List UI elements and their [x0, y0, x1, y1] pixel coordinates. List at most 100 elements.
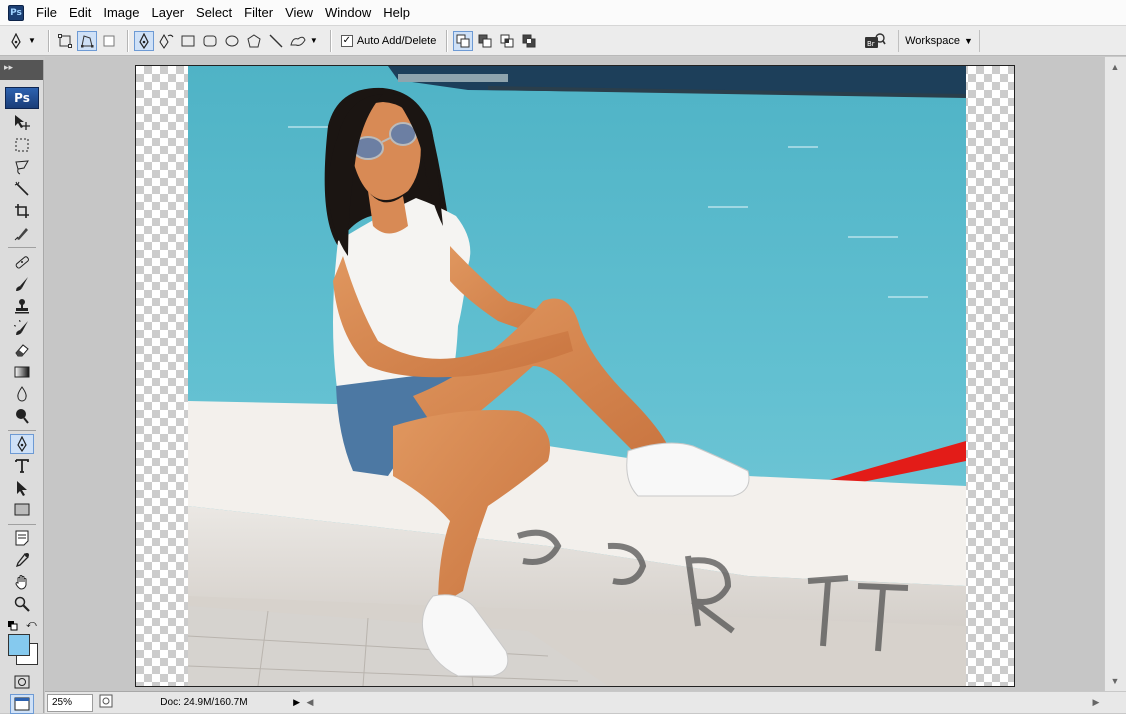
workspace-label: Workspace: [905, 35, 960, 47]
crop-tool[interactable]: [10, 201, 34, 221]
slice-tool[interactable]: [10, 223, 34, 243]
default-colors-icon[interactable]: [8, 620, 18, 631]
vertical-scrollbar[interactable]: ▲ ▼: [1104, 57, 1126, 691]
brush-tool[interactable]: [10, 274, 34, 294]
type-tool[interactable]: [10, 456, 34, 476]
move-tool[interactable]: [10, 112, 34, 132]
lasso-tool[interactable]: [10, 157, 34, 177]
note-icon: [15, 530, 29, 546]
quick-mask-icon: [14, 675, 30, 689]
menu-edit[interactable]: Edit: [63, 0, 97, 26]
gradient-tool[interactable]: [10, 362, 34, 382]
document-size-info: Doc: 24.9M/160.7M: [160, 697, 248, 708]
subtract-path-area-button[interactable]: [475, 31, 495, 51]
clone-stamp-tool[interactable]: [10, 296, 34, 316]
menu-layer[interactable]: Layer: [146, 0, 191, 26]
menu-select[interactable]: Select: [190, 0, 238, 26]
ellipse-button[interactable]: [222, 31, 242, 51]
screen-mode[interactable]: [10, 694, 34, 714]
divider: [446, 29, 448, 52]
path-selection-tool[interactable]: [10, 478, 34, 498]
freeform-pen-button[interactable]: [156, 31, 176, 51]
photoshop-app-icon[interactable]: Ps: [8, 4, 24, 21]
scroll-up-icon[interactable]: ▲: [1107, 59, 1123, 75]
bridge-icon: Br: [865, 33, 886, 48]
menu-image[interactable]: Image: [97, 0, 145, 26]
scroll-down-icon[interactable]: ▼: [1107, 673, 1123, 689]
history-brush-icon: [14, 320, 28, 335]
divider: [8, 430, 36, 431]
eraser-tool[interactable]: [10, 340, 34, 360]
scroll-right-icon[interactable]: ▶: [1088, 694, 1104, 710]
rectangle-icon: [181, 35, 195, 46]
auto-add-delete-option[interactable]: ✓ Auto Add/Delete: [340, 34, 436, 47]
eyedropper-tool[interactable]: [10, 550, 34, 570]
rectangle-tool[interactable]: [10, 500, 34, 520]
rounded-rectangle-button[interactable]: [200, 31, 220, 51]
tool-options-bar: ▼ ▼ ✓ Auto Add/Delete Br Workspace ▼: [0, 26, 1126, 56]
tool-preset-picker[interactable]: [6, 31, 26, 51]
status-menu-icon[interactable]: [99, 694, 113, 711]
polygon-button[interactable]: [244, 31, 264, 51]
bridge-button[interactable]: Br: [862, 29, 888, 53]
pen-tool[interactable]: [10, 434, 34, 454]
blur-tool[interactable]: [10, 384, 34, 404]
menu-bar: Ps File Edit Image Layer Select Filter V…: [0, 0, 1126, 26]
healing-brush-tool[interactable]: [10, 252, 34, 272]
paths-button[interactable]: [76, 30, 97, 51]
move-icon: [15, 115, 30, 130]
zoom-tool[interactable]: [10, 594, 34, 614]
workspace-menu-button[interactable]: Workspace ▼: [898, 30, 980, 52]
tools-panel-header[interactable]: ▸▸: [0, 60, 43, 80]
gradient-icon: [14, 366, 30, 378]
auto-add-delete-checkbox[interactable]: ✓: [340, 34, 353, 47]
magic-wand-tool[interactable]: [10, 179, 34, 199]
crop-icon: [15, 204, 29, 218]
stamp-icon: [15, 299, 29, 314]
bandage-icon: [15, 256, 29, 269]
dodge-tool[interactable]: [10, 406, 34, 426]
quick-mask-mode[interactable]: [10, 672, 34, 692]
chevron-down-icon[interactable]: ▼: [28, 36, 36, 45]
foreground-color-swatch[interactable]: [8, 634, 30, 656]
photoshop-logo[interactable]: Ps: [5, 87, 39, 109]
status-info-menu-arrow-icon[interactable]: ▶: [293, 697, 300, 708]
shape-layers-button[interactable]: [55, 31, 75, 51]
menu-view[interactable]: View: [279, 0, 319, 26]
custom-shape-icon: [290, 36, 306, 46]
dodge-icon: [16, 409, 29, 424]
chevron-down-icon[interactable]: ▼: [310, 36, 318, 45]
pen-tool-button[interactable]: [133, 30, 154, 51]
history-brush-tool[interactable]: [10, 318, 34, 338]
combine-shapes-icon: [456, 34, 470, 47]
exclude-path-area-button[interactable]: [519, 31, 539, 51]
rectangle-icon: [14, 503, 30, 516]
magic-wand-icon: [14, 181, 29, 196]
subtract-shapes-icon: [478, 34, 492, 47]
hand-icon: [15, 575, 27, 590]
scroll-left-icon[interactable]: ◀: [302, 694, 318, 710]
custom-shape-button[interactable]: [288, 31, 308, 51]
menu-filter[interactable]: Filter: [238, 0, 279, 26]
hand-tool[interactable]: [10, 572, 34, 592]
add-to-path-area-button[interactable]: [453, 30, 474, 51]
document-window: [45, 57, 1104, 691]
swap-colors-icon[interactable]: ⤺: [26, 619, 38, 631]
menu-window[interactable]: Window: [319, 0, 377, 26]
paths-icon: [80, 34, 94, 47]
horizontal-scrollbar[interactable]: ◀ ▶: [300, 691, 1126, 713]
zoom-level-field[interactable]: 25%: [47, 693, 93, 712]
menu-help[interactable]: Help: [377, 0, 416, 26]
marquee-tool[interactable]: [10, 135, 34, 155]
eraser-icon: [15, 344, 29, 357]
freeform-pen-icon: [159, 33, 174, 49]
menu-file[interactable]: File: [30, 0, 63, 26]
intersect-path-area-button[interactable]: [497, 31, 517, 51]
line-button[interactable]: [266, 31, 286, 51]
photo-woman-sitting-on-wall: [188, 66, 966, 686]
notes-tool[interactable]: [10, 528, 34, 548]
rectangle-shape-button[interactable]: [178, 31, 198, 51]
fill-pixels-button[interactable]: [99, 31, 119, 51]
canvas[interactable]: [135, 65, 1015, 687]
shape-layers-icon: [57, 33, 72, 48]
